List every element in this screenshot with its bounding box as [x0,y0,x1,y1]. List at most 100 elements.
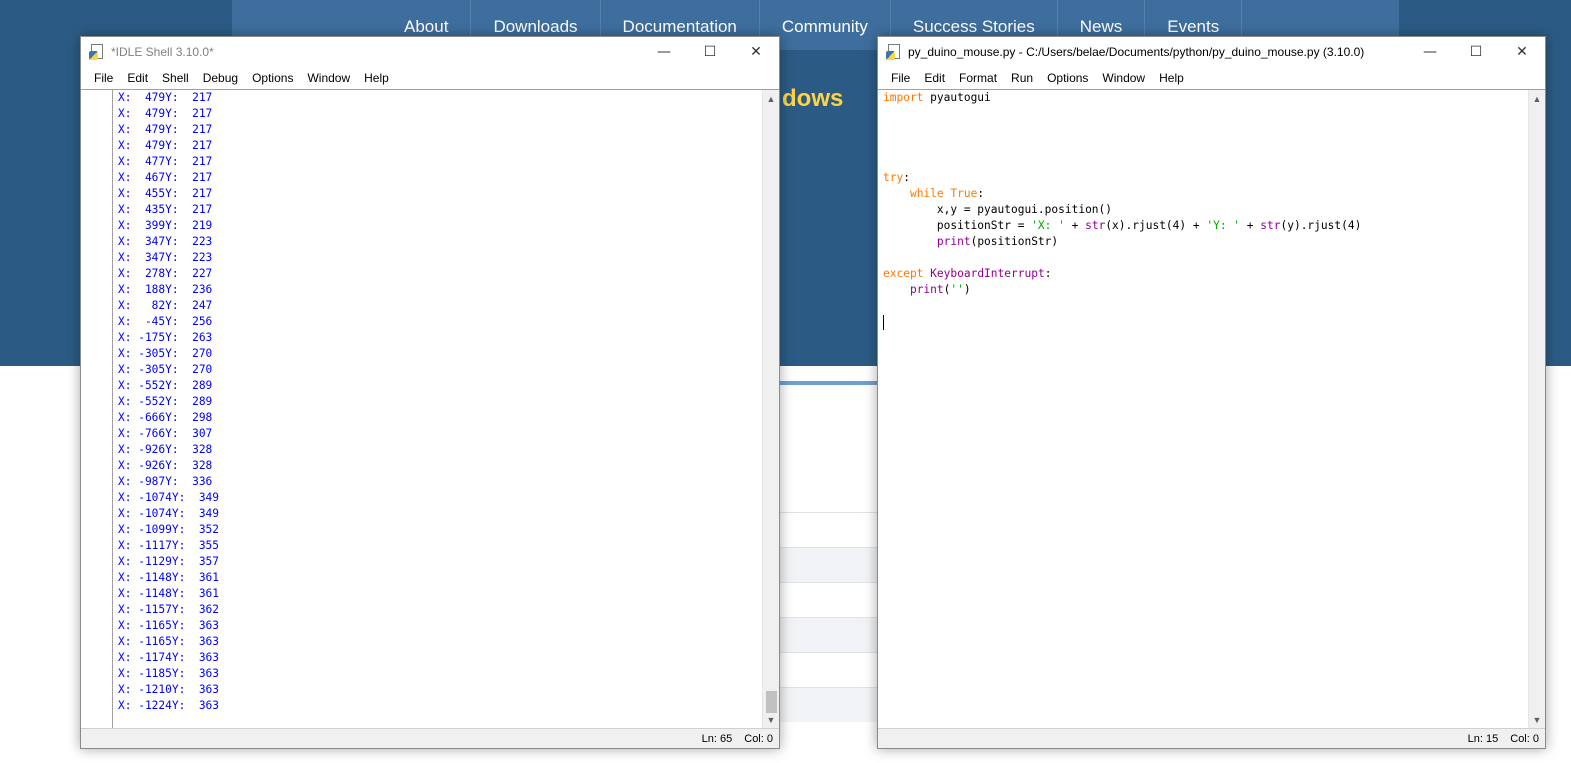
code-token: ) [963,283,971,296]
close-icon[interactable]: ✕ [1499,37,1545,67]
keyword-token: except [883,267,924,280]
code-line [883,314,1527,330]
python-file-icon [89,44,105,60]
idle-shell-window[interactable]: *IDLE Shell 3.10.0* — ☐ ✕ File Edit Shell D… [80,36,780,749]
menu-item-options[interactable]: Options [1040,71,1095,85]
menu-item-debug[interactable]: Debug [196,71,245,85]
shell-output-line: X: 479Y: 217 [118,91,213,104]
editor-titlebar[interactable]: py_duino_mouse.py - C:/Users/belae/Docum… [878,37,1545,67]
menu-item-help[interactable]: Help [357,71,396,85]
code-line: import pyautogui [883,90,1527,106]
minimize-icon[interactable]: — [641,37,687,67]
code-line: print('') [883,282,1527,298]
code-token: : [903,171,910,184]
shell-output-line: X: 347Y: 223 [118,251,213,264]
menu-item-file[interactable]: File [87,71,120,85]
scrollbar-thumb[interactable] [766,691,777,713]
code-token: (x).rjust(4) + [1105,219,1207,232]
scroll-up-arrow-icon[interactable]: ▲ [763,90,779,107]
editor-content[interactable]: import pyautogui try: while True: x,y = p… [878,89,1545,728]
shell-output-line: X: -666Y: 298 [118,411,213,424]
code-editor-area[interactable]: import pyautogui try: while True: x,y = p… [883,90,1527,728]
editor-vertical-scrollbar[interactable]: ▲ ▼ [1528,90,1545,728]
shell-output-area[interactable]: X: 479Y: 217 X: 479Y: 217 X: 479Y: 217 X: 4… [118,90,761,728]
builtin-token: str [1085,219,1106,232]
shell-output-line: X: -552Y: 289 [118,395,213,408]
keyword-token: import [883,91,924,104]
shell-output-line: X: 455Y: 217 [118,187,213,200]
shell-window-controls: — ☐ ✕ [641,37,779,67]
shell-output-line: X: -175Y: 263 [118,331,213,344]
shell-output-line: X: -1074Y: 349 [118,491,220,504]
editor-column-indicator: Col: 0 [1510,732,1539,745]
close-icon[interactable]: ✕ [733,37,779,67]
shell-output-line: X: -305Y: 270 [118,363,213,376]
menu-item-help[interactable]: Help [1152,71,1191,85]
menu-item-file[interactable]: File [884,71,917,85]
shell-output-line: X: -1174Y: 363 [118,651,220,664]
site-table-rows [780,512,880,722]
shell-output-line: X: 479Y: 217 [118,139,213,152]
shell-output-line: X: 467Y: 217 [118,171,213,184]
editor-line-indicator: Ln: 15 [1467,732,1499,745]
text-cursor [883,314,884,330]
code-token: (positionStr) [970,235,1059,248]
maximize-icon[interactable]: ☐ [1453,37,1499,67]
code-line: x,y = pyautogui.position() [883,202,1527,218]
menu-item-shell[interactable]: Shell [155,71,196,85]
shell-output-line: X: 347Y: 223 [118,235,213,248]
maximize-icon[interactable]: ☐ [687,37,733,67]
scroll-down-arrow-icon[interactable]: ▼ [1529,711,1545,728]
editor-menubar: File Edit Format Run Options Window Help [878,67,1545,89]
site-table-row [780,687,880,722]
shell-output-line: X: -305Y: 270 [118,347,213,360]
string-token: 'X: ' [1031,219,1065,232]
shell-titlebar[interactable]: *IDLE Shell 3.10.0* — ☐ ✕ [81,37,779,67]
code-line: print(positionStr) [883,234,1527,250]
menu-item-window[interactable]: Window [300,71,357,85]
site-table-row [780,652,880,687]
shell-output-line: X: -1117Y: 355 [118,539,220,552]
shell-output-line: X: -926Y: 328 [118,459,213,472]
idle-editor-window[interactable]: py_duino_mouse.py - C:/Users/belae/Docum… [877,36,1546,749]
menu-item-options[interactable]: Options [245,71,300,85]
menu-item-edit[interactable]: Edit [120,71,155,85]
builtin-token: str [1260,219,1281,232]
menu-item-run[interactable]: Run [1004,71,1040,85]
shell-prompt-gutter [81,90,113,728]
shell-column-indicator: Col: 0 [744,732,773,745]
shell-output-line: X: -1185Y: 363 [118,667,220,680]
shell-output-line: X: -926Y: 328 [118,443,213,456]
code-line: positionStr = 'X: ' + str(x).rjust(4) + … [883,218,1527,234]
shell-output-line: X: -45Y: 256 [118,315,213,328]
shell-output-line: X: 479Y: 217 [118,123,213,136]
shell-output-line: X: -766Y: 307 [118,427,213,440]
minimize-icon[interactable]: — [1407,37,1453,67]
menu-item-format[interactable]: Format [952,71,1004,85]
scroll-down-arrow-icon[interactable]: ▼ [763,711,779,728]
shell-output-line: X: 399Y: 219 [118,219,213,232]
shell-output-line: X: 479Y: 217 [118,107,213,120]
shell-vertical-scrollbar[interactable]: ▲ ▼ [762,90,779,728]
menu-item-edit[interactable]: Edit [917,71,952,85]
shell-output-line: X: 82Y: 247 [118,299,213,312]
python-file-icon [886,44,902,60]
shell-output-line: X: -1099Y: 352 [118,523,220,536]
shell-output-line: X: -1210Y: 363 [118,683,220,696]
shell-menubar: File Edit Shell Debug Options Window Help [81,67,779,89]
string-token: '' [950,283,964,296]
shell-output-line: X: -1129Y: 357 [118,555,220,568]
code-token: : [977,187,985,200]
shell-content[interactable]: X: 479Y: 217 X: 479Y: 217 X: 479Y: 217 X: 4… [81,89,779,728]
menu-item-window[interactable]: Window [1095,71,1152,85]
code-token: pyautogui [923,91,991,104]
scroll-up-arrow-icon[interactable]: ▲ [1529,90,1545,107]
code-line: except KeyboardInterrupt: [883,266,1527,282]
string-token: 'Y: ' [1206,219,1241,232]
